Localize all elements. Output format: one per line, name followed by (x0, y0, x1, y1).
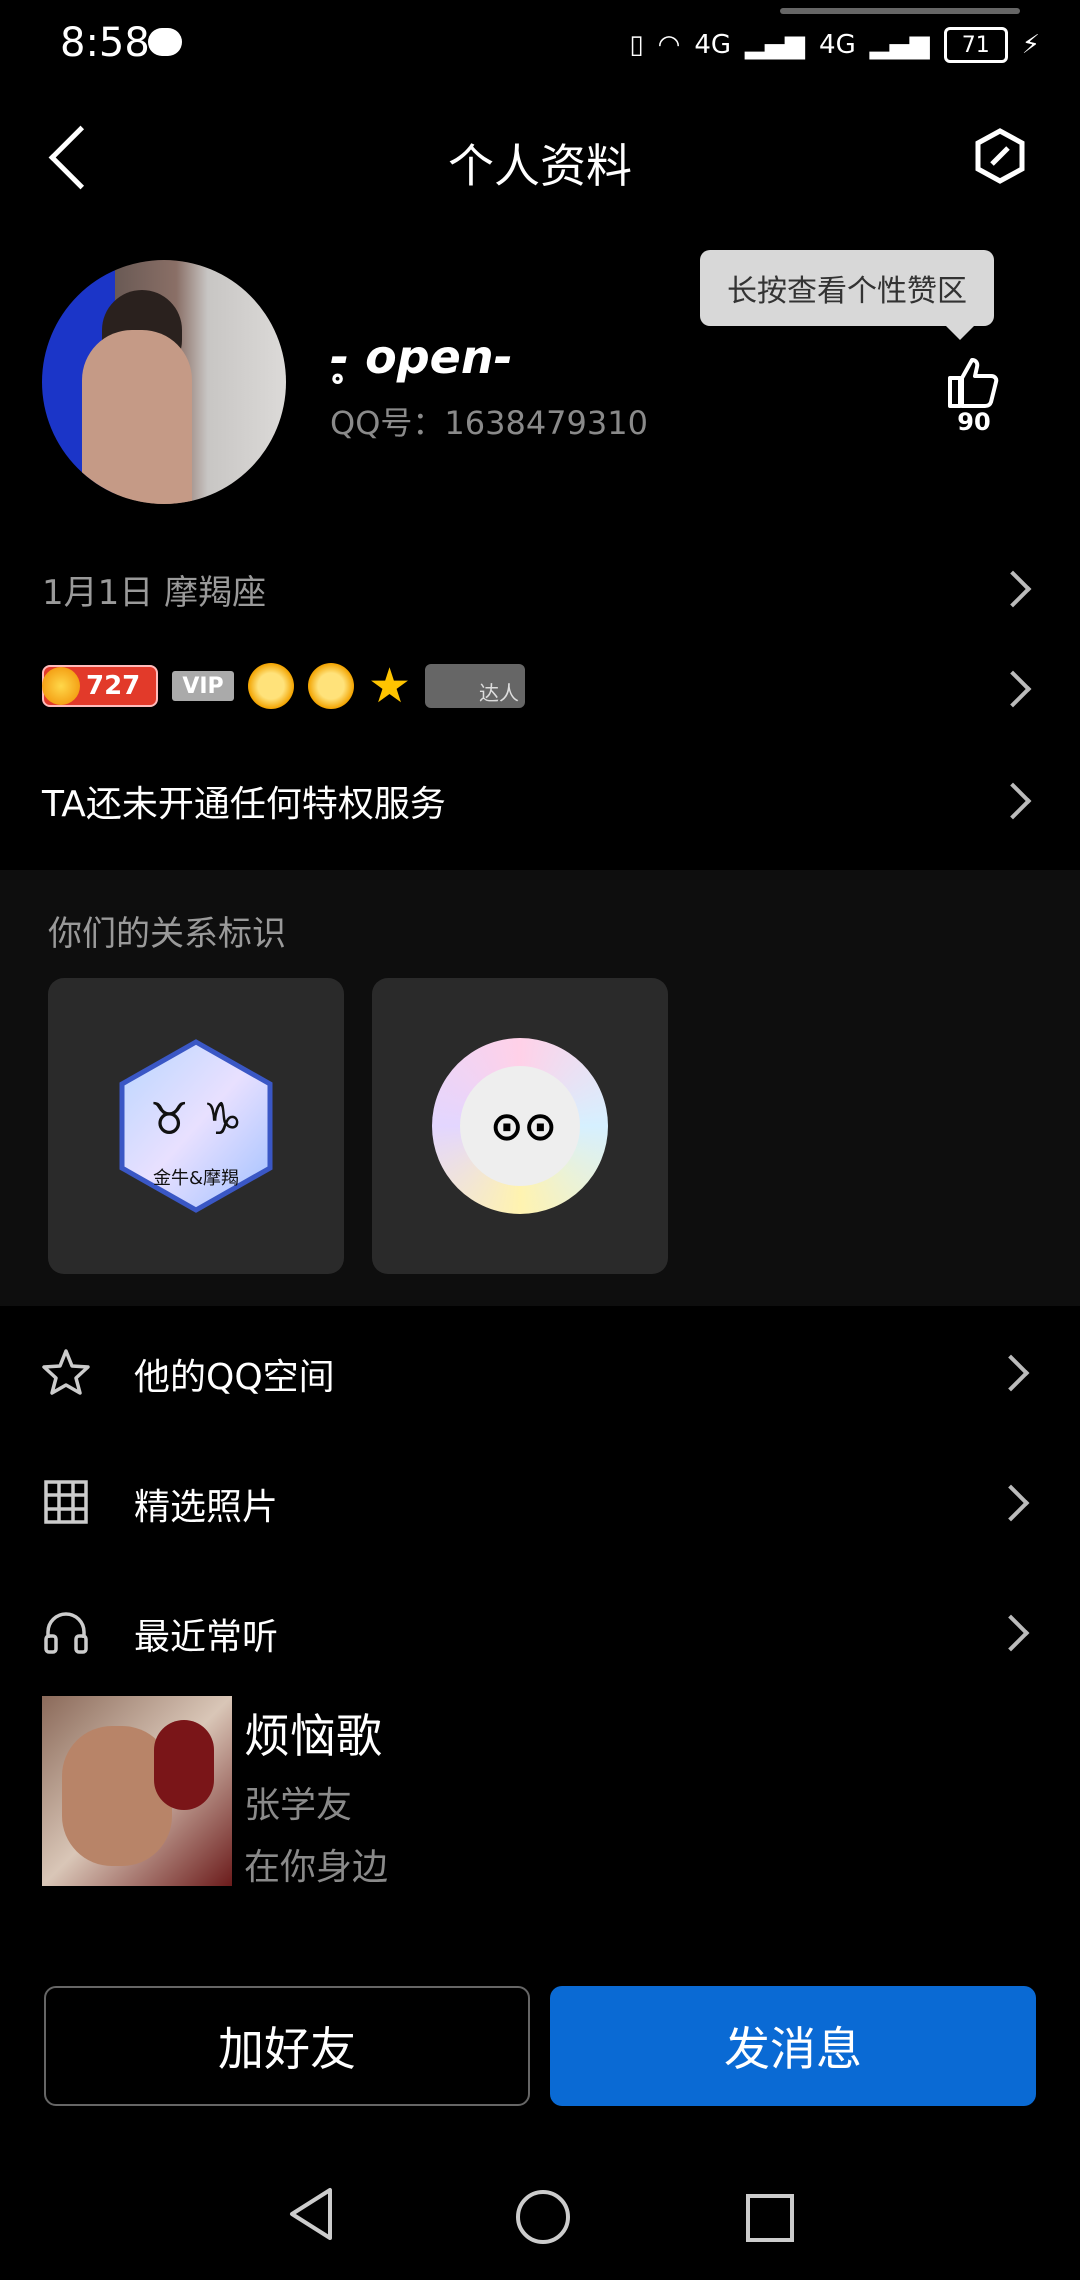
signal-icon: ▂▄▆ (869, 30, 930, 60)
qq-number: QQ号：1638479310 (330, 404, 648, 442)
signal-label-2: 4G (819, 30, 856, 60)
signal-icon: ▂▄▆ (745, 30, 806, 60)
badges-row[interactable]: 727 VIP ★ 达人 (42, 658, 526, 714)
zodiac-hex-badge: ♉ ♑ 金牛&摩羯 (119, 1039, 273, 1213)
svg-text:金牛&摩羯: 金牛&摩羯 (153, 1168, 239, 1189)
chevron-right-icon[interactable] (994, 570, 1032, 608)
album-cover[interactable] (42, 1696, 232, 1886)
avatar[interactable] (42, 260, 286, 504)
sun-icon (248, 663, 294, 709)
photos-label: 精选照片 (134, 1487, 279, 1528)
sun-icon (308, 663, 354, 709)
emoji-relation-card[interactable]: ⊙⊙ (372, 978, 668, 1274)
song-album: 在你身边 (244, 1847, 389, 1888)
signal-label-1: 4G (694, 30, 732, 60)
song-artist: 张学友 (244, 1785, 353, 1826)
birthday-zodiac[interactable]: 1月1日 摩羯座 (42, 565, 266, 614)
star-icon: ★ (368, 658, 412, 714)
add-friend-button[interactable]: 加好友 (44, 1986, 530, 2106)
daren-badge: 达人 (425, 664, 526, 708)
nav-recents-icon[interactable] (746, 2194, 794, 2242)
chat-notification-icon (148, 28, 182, 56)
vip-badge: VIP (172, 671, 234, 701)
relation-label: 你们的关系标识 (48, 914, 286, 954)
face-icon: ⊙⊙ (490, 1104, 558, 1150)
relation-section: 你们的关系标识 ♉ ♑ 金牛&摩羯 ⊙⊙ (0, 870, 1080, 1306)
status-bar: 8:58 ▯ ◠ 4G ▂▄▆ 4G ▂▄▆ 71 ⚡ (0, 0, 1080, 90)
header: 个人资料 (0, 100, 1080, 220)
thumbs-up-icon[interactable] (944, 352, 1004, 412)
music-label: 最近常听 (134, 1617, 279, 1658)
photos-row[interactable]: 精选照片 (0, 1456, 1080, 1546)
grid-icon (44, 1480, 88, 1524)
battery-icon: 71 (943, 27, 1008, 63)
qzone-star-icon (42, 1349, 90, 1395)
page-title: 个人资料 (448, 139, 632, 193)
like-count: 90 (957, 408, 991, 436)
status-icons: ▯ ◠ 4G ▂▄▆ 4G ▂▄▆ 71 ⚡ (629, 22, 1040, 68)
chevron-right-icon[interactable] (994, 670, 1032, 708)
gesture-indicator (780, 8, 1020, 14)
chevron-right-icon (992, 1484, 1030, 1522)
qzone-label: 他的QQ空间 (134, 1357, 335, 1398)
svg-text:♉ ♑: ♉ ♑ (150, 1094, 243, 1145)
nav-back-icon[interactable] (286, 2186, 336, 2242)
settings-hex-icon[interactable] (972, 128, 1028, 184)
song-title[interactable]: 烦恼歌 (244, 1700, 382, 1766)
status-time: 8:58 (60, 20, 150, 66)
chevron-right-icon (992, 1614, 1030, 1652)
headphones-icon (44, 1612, 88, 1654)
nav-home-icon[interactable] (516, 2190, 570, 2244)
qzone-row[interactable]: 他的QQ空间 (0, 1326, 1080, 1416)
zodiac-relation-card[interactable]: ♉ ♑ 金牛&摩羯 (48, 978, 344, 1274)
send-message-button[interactable]: 发消息 (550, 1986, 1036, 2106)
level-badge: 727 (42, 665, 158, 707)
chevron-right-icon (992, 1354, 1030, 1392)
chevron-right-icon[interactable] (994, 782, 1032, 820)
treasure-badge: ⊙⊙ (432, 1038, 608, 1214)
music-row[interactable]: 最近常听 (0, 1586, 1080, 1676)
like-tooltip: 长按查看个性赞区 (700, 250, 994, 340)
vibrate-icon: ▯ (629, 30, 644, 60)
charging-icon: ⚡ (1021, 30, 1040, 60)
privilege-status[interactable]: TA还未开通任何特权服务 (42, 775, 446, 827)
wifi-icon: ◠ (657, 30, 681, 60)
coin-icon (42, 667, 80, 705)
nickname: -̥ open- (330, 330, 513, 384)
